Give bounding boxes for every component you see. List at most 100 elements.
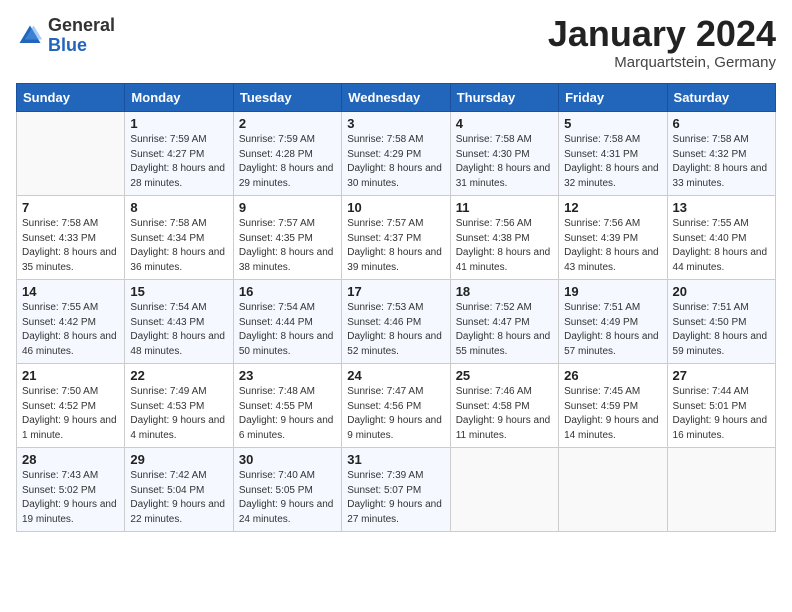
day-daylight: Daylight: 8 hours and 32 minutes. (564, 163, 659, 189)
day-sunset: Sunset: 4:28 PM (239, 149, 313, 160)
calendar-cell: 5 Sunrise: 7:58 AM Sunset: 4:31 PM Dayli… (559, 112, 667, 196)
day-sunrise: Sunrise: 7:43 AM (22, 470, 98, 481)
day-sunset: Sunset: 4:46 PM (347, 317, 421, 328)
calendar-cell (450, 448, 558, 532)
day-sunset: Sunset: 4:47 PM (456, 317, 530, 328)
day-sunset: Sunset: 4:49 PM (564, 317, 638, 328)
day-number: 5 (564, 116, 661, 131)
day-number: 15 (130, 284, 227, 299)
calendar-cell: 15 Sunrise: 7:54 AM Sunset: 4:43 PM Dayl… (125, 280, 233, 364)
day-number: 20 (673, 284, 770, 299)
col-tuesday: Tuesday (233, 84, 341, 112)
calendar-cell: 25 Sunrise: 7:46 AM Sunset: 4:58 PM Dayl… (450, 364, 558, 448)
calendar-cell: 31 Sunrise: 7:39 AM Sunset: 5:07 PM Dayl… (342, 448, 450, 532)
day-number: 6 (673, 116, 770, 131)
calendar-cell: 7 Sunrise: 7:58 AM Sunset: 4:33 PM Dayli… (17, 196, 125, 280)
day-daylight: Daylight: 9 hours and 22 minutes. (130, 499, 225, 525)
calendar-week-4: 21 Sunrise: 7:50 AM Sunset: 4:52 PM Dayl… (17, 364, 776, 448)
day-daylight: Daylight: 8 hours and 33 minutes. (673, 163, 768, 189)
day-number: 30 (239, 452, 336, 467)
title-block: January 2024 Marquartstein, Germany (548, 16, 776, 71)
day-number: 23 (239, 368, 336, 383)
day-number: 12 (564, 200, 661, 215)
day-number: 2 (239, 116, 336, 131)
day-sunset: Sunset: 4:55 PM (239, 401, 313, 412)
calendar-cell: 10 Sunrise: 7:57 AM Sunset: 4:37 PM Dayl… (342, 196, 450, 280)
day-sunset: Sunset: 4:31 PM (564, 149, 638, 160)
day-number: 27 (673, 368, 770, 383)
day-daylight: Daylight: 8 hours and 55 minutes. (456, 331, 551, 357)
day-sunset: Sunset: 5:02 PM (22, 485, 96, 496)
day-sunset: Sunset: 4:58 PM (456, 401, 530, 412)
day-number: 11 (456, 200, 553, 215)
day-sunrise: Sunrise: 7:45 AM (564, 386, 640, 397)
calendar-week-1: 1 Sunrise: 7:59 AM Sunset: 4:27 PM Dayli… (17, 112, 776, 196)
logo-icon (16, 22, 44, 50)
day-daylight: Daylight: 9 hours and 9 minutes. (347, 415, 442, 441)
day-number: 18 (456, 284, 553, 299)
day-daylight: Daylight: 8 hours and 39 minutes. (347, 247, 442, 273)
day-number: 24 (347, 368, 444, 383)
day-daylight: Daylight: 9 hours and 14 minutes. (564, 415, 659, 441)
day-daylight: Daylight: 8 hours and 48 minutes. (130, 331, 225, 357)
title-month: January 2024 (548, 16, 776, 52)
calendar-cell: 23 Sunrise: 7:48 AM Sunset: 4:55 PM Dayl… (233, 364, 341, 448)
calendar-cell: 20 Sunrise: 7:51 AM Sunset: 4:50 PM Dayl… (667, 280, 775, 364)
day-sunrise: Sunrise: 7:58 AM (130, 218, 206, 229)
day-number: 21 (22, 368, 119, 383)
day-sunset: Sunset: 5:01 PM (673, 401, 747, 412)
day-number: 4 (456, 116, 553, 131)
day-sunrise: Sunrise: 7:57 AM (347, 218, 423, 229)
day-sunset: Sunset: 4:38 PM (456, 233, 530, 244)
day-daylight: Daylight: 8 hours and 31 minutes. (456, 163, 551, 189)
calendar-cell: 17 Sunrise: 7:53 AM Sunset: 4:46 PM Dayl… (342, 280, 450, 364)
calendar-cell: 9 Sunrise: 7:57 AM Sunset: 4:35 PM Dayli… (233, 196, 341, 280)
day-number: 22 (130, 368, 227, 383)
logo: General Blue (16, 16, 115, 56)
day-sunrise: Sunrise: 7:48 AM (239, 386, 315, 397)
day-sunrise: Sunrise: 7:50 AM (22, 386, 98, 397)
day-sunset: Sunset: 4:27 PM (130, 149, 204, 160)
day-number: 8 (130, 200, 227, 215)
day-sunrise: Sunrise: 7:58 AM (673, 134, 749, 145)
day-sunrise: Sunrise: 7:47 AM (347, 386, 423, 397)
logo-blue: Blue (48, 36, 115, 56)
day-daylight: Daylight: 9 hours and 19 minutes. (22, 499, 117, 525)
day-number: 31 (347, 452, 444, 467)
day-sunrise: Sunrise: 7:54 AM (130, 302, 206, 313)
day-number: 13 (673, 200, 770, 215)
calendar-cell (559, 448, 667, 532)
day-number: 29 (130, 452, 227, 467)
day-sunrise: Sunrise: 7:39 AM (347, 470, 423, 481)
day-daylight: Daylight: 8 hours and 29 minutes. (239, 163, 334, 189)
day-sunset: Sunset: 4:29 PM (347, 149, 421, 160)
day-sunset: Sunset: 4:33 PM (22, 233, 96, 244)
day-daylight: Daylight: 8 hours and 52 minutes. (347, 331, 442, 357)
calendar-cell: 1 Sunrise: 7:59 AM Sunset: 4:27 PM Dayli… (125, 112, 233, 196)
day-daylight: Daylight: 8 hours and 57 minutes. (564, 331, 659, 357)
day-sunset: Sunset: 4:42 PM (22, 317, 96, 328)
day-daylight: Daylight: 8 hours and 43 minutes. (564, 247, 659, 273)
day-number: 3 (347, 116, 444, 131)
day-sunrise: Sunrise: 7:58 AM (22, 218, 98, 229)
day-daylight: Daylight: 9 hours and 6 minutes. (239, 415, 334, 441)
day-sunset: Sunset: 4:53 PM (130, 401, 204, 412)
title-location: Marquartstein, Germany (548, 54, 776, 71)
calendar-week-3: 14 Sunrise: 7:55 AM Sunset: 4:42 PM Dayl… (17, 280, 776, 364)
day-sunset: Sunset: 4:30 PM (456, 149, 530, 160)
day-daylight: Daylight: 8 hours and 30 minutes. (347, 163, 442, 189)
page-header: General Blue January 2024 Marquartstein,… (16, 16, 776, 71)
day-sunset: Sunset: 4:52 PM (22, 401, 96, 412)
day-number: 7 (22, 200, 119, 215)
day-number: 14 (22, 284, 119, 299)
day-daylight: Daylight: 9 hours and 16 minutes. (673, 415, 768, 441)
day-sunrise: Sunrise: 7:58 AM (564, 134, 640, 145)
day-sunrise: Sunrise: 7:51 AM (673, 302, 749, 313)
day-daylight: Daylight: 8 hours and 41 minutes. (456, 247, 551, 273)
day-daylight: Daylight: 9 hours and 27 minutes. (347, 499, 442, 525)
day-number: 17 (347, 284, 444, 299)
day-sunrise: Sunrise: 7:59 AM (239, 134, 315, 145)
day-sunrise: Sunrise: 7:53 AM (347, 302, 423, 313)
calendar-cell (667, 448, 775, 532)
day-sunrise: Sunrise: 7:58 AM (347, 134, 423, 145)
